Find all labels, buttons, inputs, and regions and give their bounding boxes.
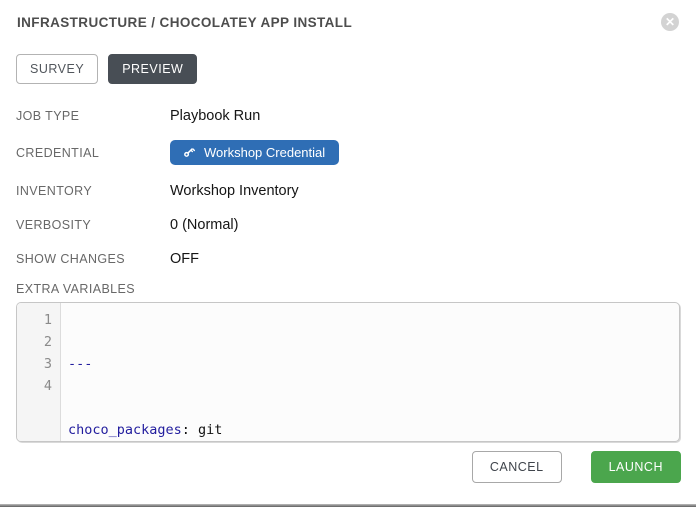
job-type-label: JOB TYPE xyxy=(16,109,170,123)
line-number: 4 xyxy=(17,375,52,397)
line-number: 3 xyxy=(17,353,52,375)
yaml-value-token: : git xyxy=(182,422,223,438)
field-row-inventory: INVENTORY Workshop Inventory xyxy=(16,180,680,202)
modal-header: INFRASTRUCTURE / CHOCOLATEY APP INSTALL … xyxy=(0,0,696,30)
verbosity-value: 0 (Normal) xyxy=(170,217,238,233)
show-changes-value: OFF xyxy=(170,251,199,267)
yaml-doc-start-token: --- xyxy=(68,356,92,372)
key-icon xyxy=(182,146,195,159)
launch-button[interactable]: LAUNCH xyxy=(591,451,681,483)
editor-code-area[interactable]: --- choco_packages: git app_state: prese… xyxy=(61,303,679,441)
extra-variables-label: EXTRA VARIABLES xyxy=(0,282,696,296)
modal-footer: CANCEL LAUNCH xyxy=(472,451,681,483)
verbosity-label: VERBOSITY xyxy=(16,218,170,232)
extra-variables-editor[interactable]: 1 2 3 4 --- choco_packages: git app_stat… xyxy=(16,302,680,442)
close-icon[interactable]: ✕ xyxy=(661,13,679,31)
cancel-button[interactable]: CANCEL xyxy=(472,451,562,483)
inventory-label: INVENTORY xyxy=(16,184,170,198)
line-number: 1 xyxy=(17,309,52,331)
line-number: 2 xyxy=(17,331,52,353)
credential-chip[interactable]: Workshop Credential xyxy=(170,140,339,165)
inventory-value: Workshop Inventory xyxy=(170,183,299,199)
yaml-key-token: choco_packages xyxy=(68,422,182,438)
show-changes-label: SHOW CHANGES xyxy=(16,252,170,266)
field-row-credential: CREDENTIAL Workshop Credential xyxy=(16,139,680,166)
field-row-verbosity: VERBOSITY 0 (Normal) xyxy=(16,214,680,236)
tab-preview[interactable]: PREVIEW xyxy=(108,54,197,84)
job-details: JOB TYPE Playbook Run CREDENTIAL xyxy=(0,105,696,270)
tab-bar: SURVEY PREVIEW xyxy=(0,54,696,84)
credential-chip-label: Workshop Credential xyxy=(204,145,325,160)
field-row-show-changes: SHOW CHANGES OFF xyxy=(16,248,680,270)
window-bottom-edge xyxy=(0,504,696,507)
launch-preview-modal: INFRASTRUCTURE / CHOCOLATEY APP INSTALL … xyxy=(0,0,696,515)
field-row-job-type: JOB TYPE Playbook Run xyxy=(16,105,680,127)
code-line: --- xyxy=(68,353,679,375)
job-type-value: Playbook Run xyxy=(170,108,260,124)
tab-survey[interactable]: SURVEY xyxy=(16,54,98,84)
credential-label: CREDENTIAL xyxy=(16,146,170,160)
code-line: choco_packages: git xyxy=(68,419,679,441)
modal-title: INFRASTRUCTURE / CHOCOLATEY APP INSTALL xyxy=(17,15,679,30)
editor-line-number-gutter: 1 2 3 4 xyxy=(17,303,61,441)
